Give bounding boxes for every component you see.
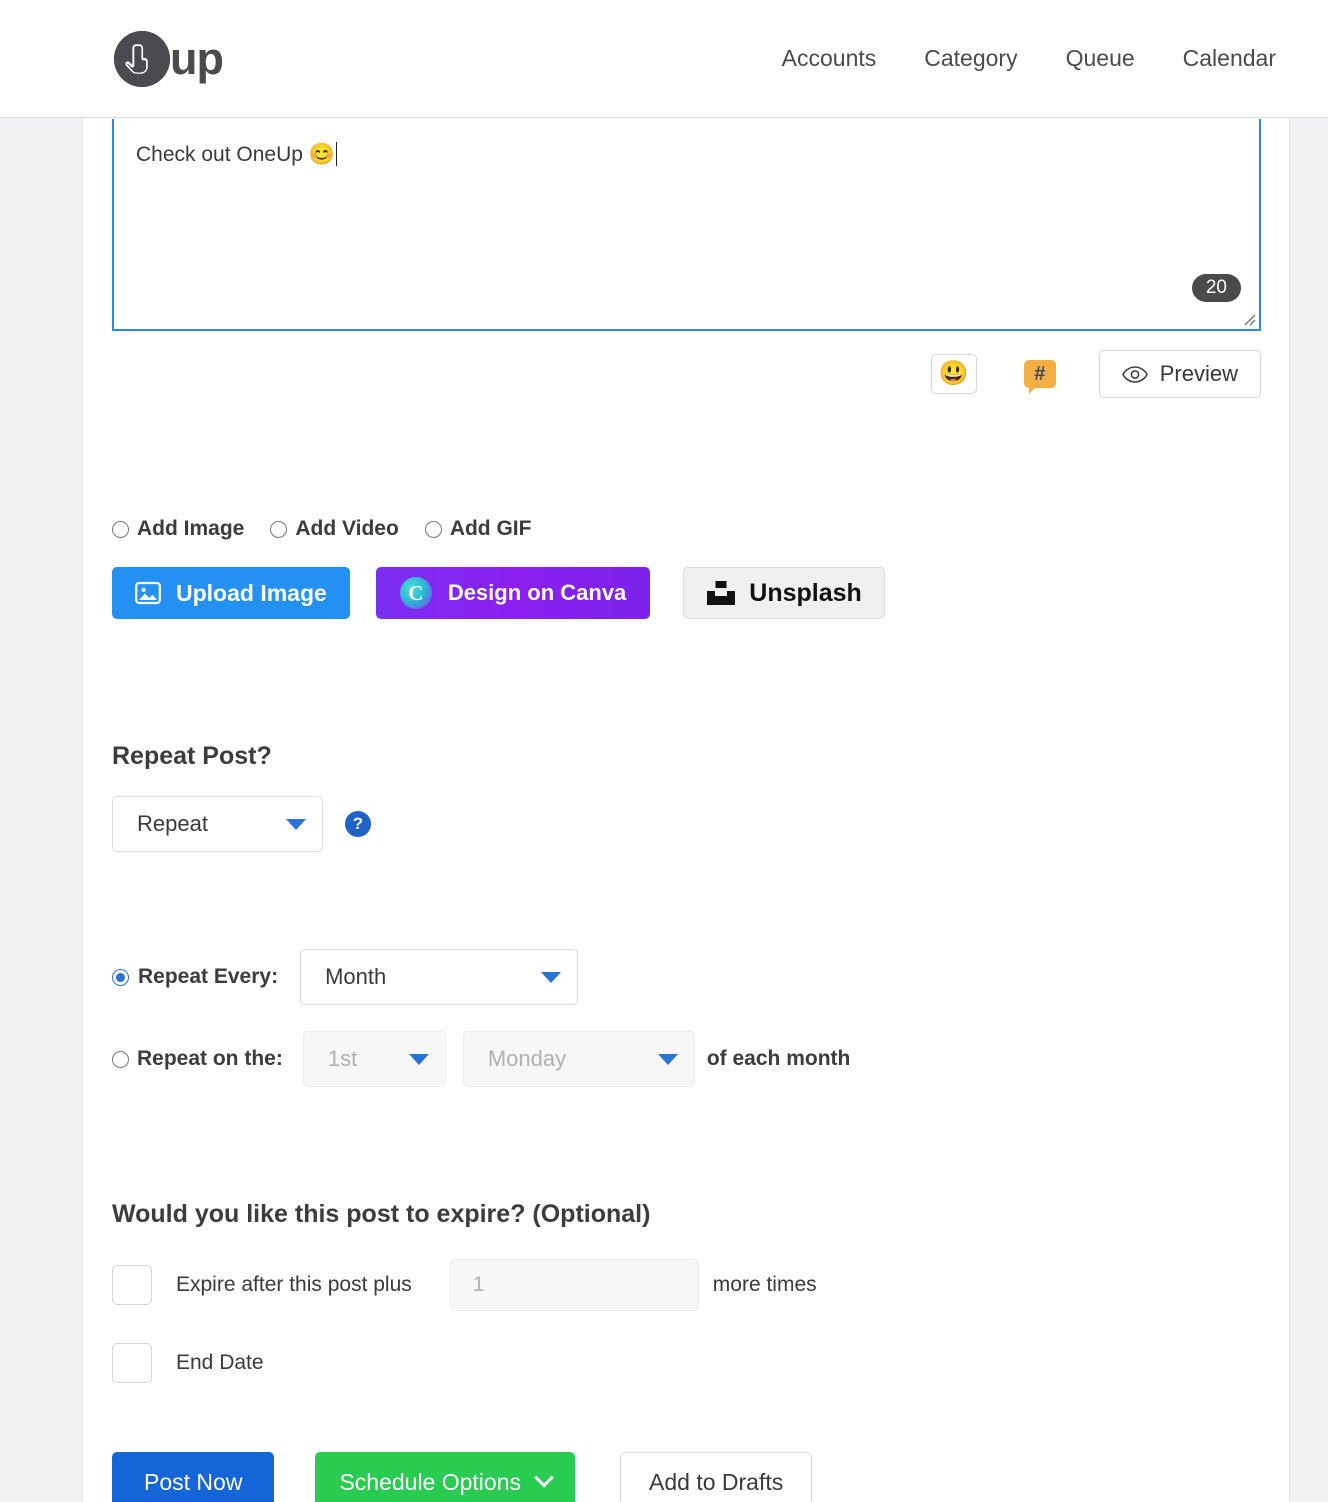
brand-logo[interactable]: up [114, 31, 223, 87]
expire-after-label: Expire after this post plus [176, 1273, 412, 1297]
expire-section-title: Would you like this post to expire? (Opt… [112, 1200, 1260, 1229]
radio-circle-icon [270, 521, 287, 538]
radio-add-image[interactable]: Add Image [112, 517, 244, 541]
schedule-options-label: Schedule Options [339, 1469, 521, 1496]
post-composer-card: Check out OneUp 😊 20 😃 # [82, 118, 1290, 1502]
repeat-on-the-row: Repeat on the: 1st Monday of each month [112, 1031, 1260, 1087]
emoji-picker-button[interactable]: 😃 [931, 354, 977, 394]
hashtag-button[interactable]: # [1017, 354, 1063, 394]
repeat-suffix-label: of each month [707, 1047, 851, 1071]
nav-item-queue[interactable]: Queue [1042, 35, 1159, 82]
character-count-badge: 20 [1192, 274, 1241, 302]
repeat-interval-value: Month [325, 964, 521, 990]
composer-toolbar: 😃 # Preview [112, 350, 1261, 398]
top-header: up Accounts Category Queue Calendar [0, 0, 1328, 118]
radio-repeat-on-the[interactable]: Repeat on the: [112, 1047, 283, 1071]
upload-image-label: Upload Image [176, 580, 327, 607]
radio-circle-icon [112, 969, 129, 986]
schedule-options-button[interactable]: Schedule Options [315, 1452, 575, 1502]
smiley-icon: 😃 [939, 362, 969, 386]
repeat-weekday-select[interactable]: Monday [463, 1031, 695, 1087]
unsplash-button[interactable]: Unsplash [683, 567, 885, 619]
repeat-weekday-value: Monday [488, 1046, 638, 1072]
eye-icon [1122, 366, 1148, 383]
post-text-input[interactable]: Check out OneUp 😊 20 [112, 119, 1261, 331]
canva-logo-icon: C [400, 577, 432, 609]
repeat-every-label: Repeat Every: [138, 965, 278, 989]
repeat-on-the-label: Repeat on the: [137, 1047, 283, 1071]
repeat-mode-value: Repeat [137, 811, 266, 837]
chevron-down-icon [286, 819, 306, 830]
expire-after-checkbox[interactable] [112, 1265, 152, 1305]
end-date-label: End Date [176, 1351, 264, 1375]
nav-item-category[interactable]: Category [900, 35, 1041, 82]
text-cursor [336, 142, 337, 166]
hashtag-icon: # [1024, 360, 1056, 388]
preview-label: Preview [1160, 361, 1238, 387]
repeat-ordinal-value: 1st [328, 1046, 389, 1072]
preview-button[interactable]: Preview [1099, 350, 1261, 398]
repeat-ordinal-select[interactable]: 1st [303, 1031, 446, 1087]
add-to-drafts-button[interactable]: Add to Drafts [620, 1452, 812, 1502]
repeat-every-row: Repeat Every: Month [112, 949, 1260, 1005]
radio-add-gif[interactable]: Add GIF [425, 517, 532, 541]
app-page: up Accounts Category Queue Calendar Chec… [0, 0, 1328, 1502]
pointing-hand-icon [114, 31, 170, 87]
media-source-buttons: Upload Image C Design on Canva Unsplash [112, 567, 1260, 619]
nav-item-calendar[interactable]: Calendar [1159, 35, 1300, 82]
chevron-down-icon [534, 1468, 554, 1488]
repeat-mode-select[interactable]: Repeat [112, 796, 323, 852]
image-icon [135, 581, 161, 605]
chevron-down-icon [541, 972, 561, 983]
repeat-mode-row: Repeat ? [112, 796, 1260, 852]
nav-item-accounts[interactable]: Accounts [758, 35, 901, 82]
chevron-down-icon [658, 1054, 678, 1065]
design-on-canva-button[interactable]: C Design on Canva [376, 567, 650, 619]
resize-handle-icon[interactable] [1241, 311, 1257, 327]
brand-name: up [170, 36, 223, 81]
radio-circle-icon [112, 521, 129, 538]
radio-add-video[interactable]: Add Video [270, 517, 398, 541]
radio-circle-icon [112, 1051, 129, 1068]
main-nav: Accounts Category Queue Calendar [758, 35, 1300, 82]
unsplash-label: Unsplash [749, 579, 862, 608]
post-now-button[interactable]: Post Now [112, 1452, 274, 1502]
radio-add-gif-label: Add GIF [450, 517, 532, 541]
radio-add-image-label: Add Image [137, 517, 244, 541]
radio-add-video-label: Add Video [295, 517, 398, 541]
expire-times-input[interactable]: 1 [450, 1259, 699, 1311]
upload-image-button[interactable]: Upload Image [112, 567, 350, 619]
composer-area: Check out OneUp 😊 20 😃 # [112, 118, 1260, 398]
more-times-label: more times [713, 1273, 817, 1297]
post-text-value: Check out OneUp 😊 [136, 143, 335, 166]
end-date-checkbox[interactable] [112, 1343, 152, 1383]
chevron-down-icon [409, 1054, 429, 1065]
design-on-canva-label: Design on Canva [448, 580, 626, 606]
end-date-row: End Date [112, 1343, 1260, 1383]
repeat-interval-select[interactable]: Month [300, 949, 578, 1005]
unsplash-logo-icon [706, 580, 736, 606]
expire-times-value: 1 [473, 1273, 485, 1297]
radio-repeat-every[interactable]: Repeat Every: [112, 965, 278, 989]
media-type-radio-group: Add Image Add Video Add GIF [112, 517, 1260, 541]
action-buttons: Post Now Schedule Options Add to Drafts [112, 1452, 1260, 1502]
radio-circle-icon [425, 521, 442, 538]
repeat-help-icon[interactable]: ? [345, 811, 371, 837]
repeat-post-title: Repeat Post? [112, 742, 1260, 771]
expire-after-row: Expire after this post plus 1 more times [112, 1259, 1260, 1311]
